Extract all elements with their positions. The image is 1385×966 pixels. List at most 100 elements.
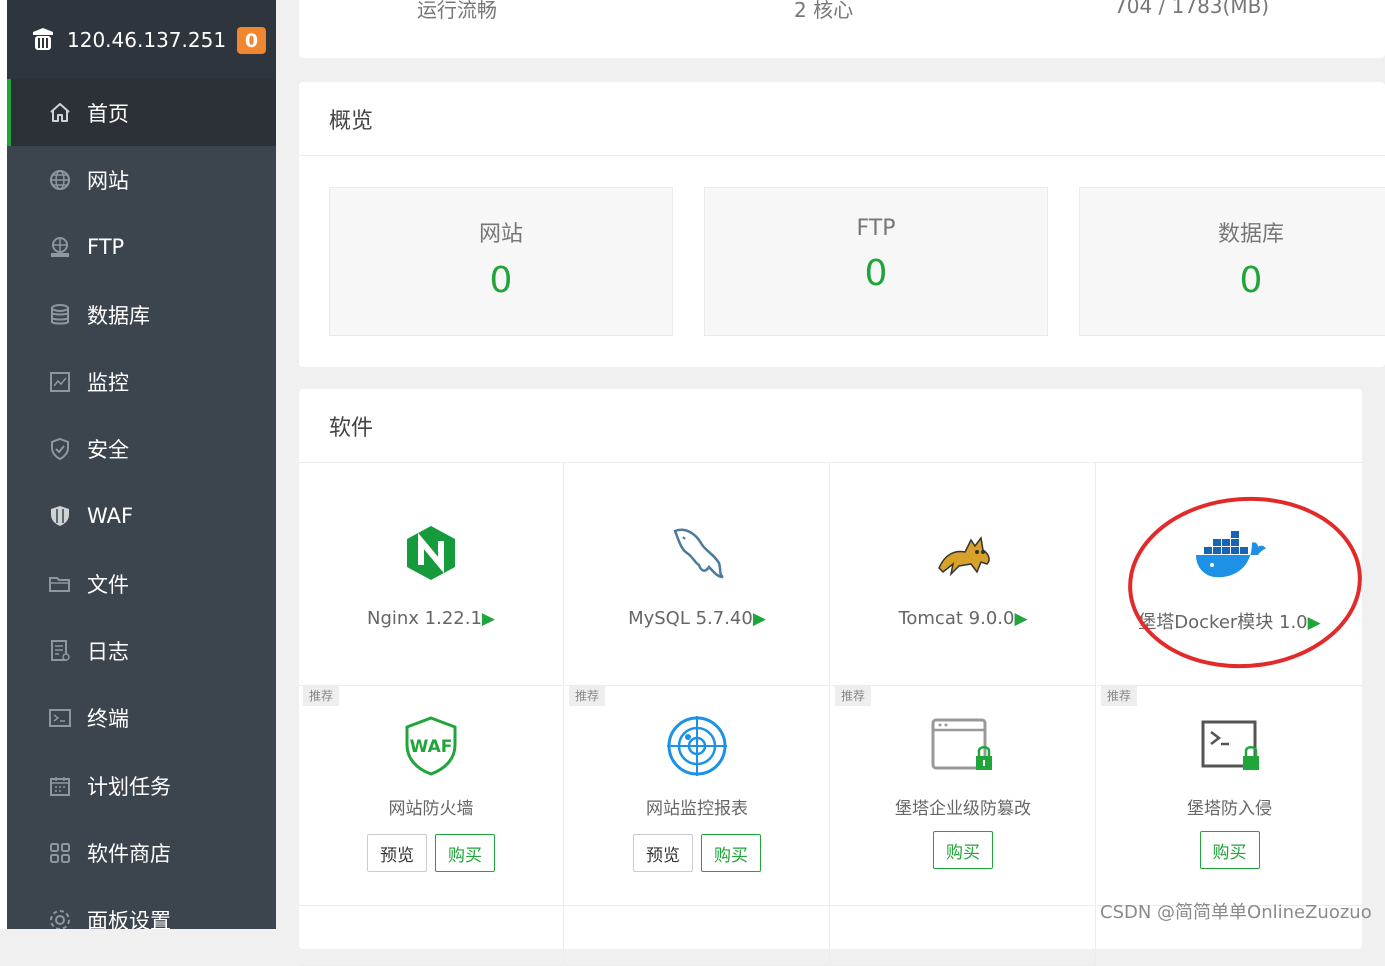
ftp-icon	[47, 234, 73, 260]
recommended-name: 网站监控报表	[646, 799, 748, 819]
software-name: Nginx 1.22.1▶	[366, 608, 495, 629]
buy-button[interactable]: 购买	[1199, 831, 1260, 869]
software-name: Tomcat 9.0.0▶	[898, 608, 1028, 629]
radar-icon	[565, 714, 829, 778]
server-icon	[29, 26, 57, 54]
locked-window-icon	[831, 714, 1095, 778]
preview-button[interactable]: 预览	[633, 834, 693, 872]
nginx-icon	[299, 521, 563, 585]
docker-icon	[1097, 523, 1362, 587]
sidebar-item-label: 数据库	[87, 303, 150, 328]
status-memory: 704 / 1783(MB)	[1114, 0, 1270, 18]
software-name: MySQL 5.7.40▶	[628, 608, 766, 629]
buy-button[interactable]: 购买	[435, 834, 495, 872]
software-panel: 软件 Nginx 1.22.1▶ MySQL 5.7.40▶ Tomcat 9.…	[299, 389, 1362, 966]
status-running: 运行流畅	[417, 0, 497, 22]
recommended-name: 网站防火墙	[388, 799, 474, 819]
sidebar-item-waf[interactable]: WAF	[7, 483, 276, 550]
server-ip: 120.46.137.251	[67, 27, 227, 52]
svg-text:WAF: WAF	[410, 737, 453, 757]
sidebar-item-cron[interactable]: 计划任务	[7, 752, 276, 819]
waf-icon	[47, 503, 73, 529]
sidebar-item-label: 面板设置	[87, 909, 171, 929]
tomcat-icon	[831, 521, 1095, 585]
system-status-panel: 运行流畅 2 核心 704 / 1783(MB)	[299, 0, 1385, 58]
sidebar-item-security[interactable]: 安全	[7, 415, 276, 482]
sidebar-item-database[interactable]: 数据库	[7, 281, 276, 348]
play-icon: ▶	[752, 609, 766, 629]
buy-button[interactable]: 购买	[933, 831, 993, 869]
overview-card-database[interactable]: 数据库 0	[1079, 187, 1385, 336]
locked-terminal-icon	[1097, 714, 1362, 778]
sidebar-item-logs[interactable]: 日志	[7, 617, 276, 684]
card-value: 0	[489, 260, 513, 301]
overview-card-website[interactable]: 网站 0	[329, 187, 673, 336]
sidebar-header: 120.46.137.251 0	[7, 0, 276, 79]
sidebar-item-label: 日志	[87, 640, 129, 665]
shield-icon	[47, 436, 73, 462]
sidebar-item-ftp[interactable]: FTP	[7, 214, 276, 281]
sidebar-item-home[interactable]: 首页	[7, 79, 276, 147]
play-icon: ▶	[481, 609, 495, 629]
sidebar-item-label: 文件	[87, 572, 129, 597]
settings-icon	[47, 907, 73, 929]
sidebar: 120.46.137.251 0 首页 网站 FTP 数据库 监控 安全 WAF…	[7, 0, 276, 929]
overview-card-ftp[interactable]: FTP 0	[704, 187, 1048, 336]
sidebar-item-label: 终端	[87, 707, 129, 732]
recommended-tag: 推荐	[835, 686, 872, 706]
overview-panel: 概览 网站 0 FTP 0 数据库 0	[299, 82, 1385, 367]
recommended-tag: 推荐	[569, 686, 606, 706]
calendar-icon	[47, 773, 73, 799]
sidebar-item-monitor[interactable]: 监控	[7, 348, 276, 415]
recommended-name: 堡塔防入侵	[1187, 799, 1272, 819]
card-label: FTP	[856, 216, 896, 241]
recommended-tag: 推荐	[1101, 686, 1138, 706]
folder-icon	[47, 571, 73, 597]
apps-icon	[47, 840, 73, 866]
sidebar-item-label: WAF	[87, 504, 134, 529]
recommended-name: 堡塔企业级防篡改	[895, 799, 1031, 819]
sidebar-item-store[interactable]: 软件商店	[7, 819, 276, 886]
card-label: 数据库	[1217, 222, 1284, 247]
play-icon: ▶	[1307, 613, 1321, 633]
home-icon	[47, 100, 73, 126]
recommended-item-anti-intrusion[interactable]: 推荐 堡塔防入侵 购买	[1097, 686, 1362, 906]
watermark: CSDN @简简单单OnlineZuozuo	[1100, 902, 1372, 923]
recommended-item-tamper-proof[interactable]: 推荐 堡塔企业级防篡改 购买	[831, 686, 1096, 906]
software-item-docker[interactable]: 堡塔Docker模块 1.0▶	[1097, 463, 1362, 686]
software-name: 堡塔Docker模块 1.0▶	[1138, 612, 1321, 633]
sidebar-item-label: 监控	[87, 370, 129, 395]
mysql-icon	[565, 521, 829, 585]
software-slot	[299, 906, 564, 966]
overview-title: 概览	[299, 82, 1385, 156]
status-cpu: 2 核心	[794, 0, 854, 22]
sidebar-item-label: 网站	[87, 168, 129, 193]
sidebar-item-settings[interactable]: 面板设置	[7, 887, 276, 929]
recommended-item-site-monitor[interactable]: 推荐 网站监控报表 预览 购买	[565, 686, 830, 906]
terminal-icon	[47, 705, 73, 731]
sidebar-item-label: 安全	[87, 438, 129, 463]
sidebar-item-website[interactable]: 网站	[7, 146, 276, 213]
card-value: 0	[1239, 260, 1263, 301]
notification-badge[interactable]: 0	[237, 27, 266, 54]
play-icon: ▶	[1014, 609, 1028, 629]
card-label: 网站	[478, 222, 523, 247]
waf-shield-icon: WAF	[299, 714, 563, 778]
buy-button[interactable]: 购买	[701, 834, 761, 872]
sidebar-item-files[interactable]: 文件	[7, 550, 276, 617]
preview-button[interactable]: 预览	[367, 834, 427, 872]
software-item-nginx[interactable]: Nginx 1.22.1▶	[299, 463, 564, 686]
database-icon	[47, 302, 73, 328]
software-slot	[831, 906, 1096, 966]
globe-icon	[47, 167, 73, 193]
sidebar-item-label: 软件商店	[87, 841, 171, 866]
sidebar-item-label: 首页	[87, 101, 129, 126]
software-slot	[565, 906, 830, 966]
window-edge	[0, 0, 7, 929]
log-icon	[47, 638, 73, 664]
software-item-tomcat[interactable]: Tomcat 9.0.0▶	[831, 463, 1096, 686]
sidebar-item-terminal[interactable]: 终端	[7, 685, 276, 752]
sidebar-item-label: FTP	[87, 235, 125, 260]
software-item-mysql[interactable]: MySQL 5.7.40▶	[565, 463, 830, 686]
recommended-item-waf[interactable]: 推荐 WAF 网站防火墙 预览 购买	[299, 686, 564, 906]
